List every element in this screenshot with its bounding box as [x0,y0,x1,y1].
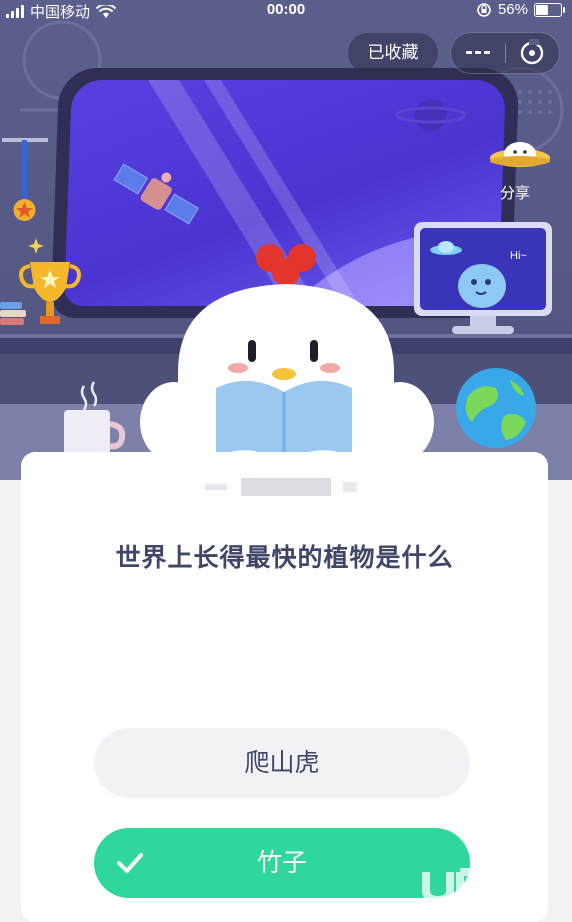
close-button[interactable] [506,33,560,73]
ellipsis-icon [466,51,490,54]
trophy-shelf [0,138,81,325]
answer-option-2-correct[interactable]: 竹子 [94,828,470,898]
monitor-greeting: Hi~ [510,250,527,262]
svg-text:.com: .com [486,880,530,901]
checkmark-icon [117,853,143,873]
monitor-base [452,326,514,334]
answer-option-1[interactable]: 爬山虎 [94,728,470,798]
chicken-mascot [140,244,434,480]
battery-percent: 56% [497,1,528,18]
target-close-icon [520,39,544,65]
ufo-share-icon[interactable] [485,128,555,184]
more-button[interactable] [451,33,505,73]
share-label[interactable]: 分享 [494,182,536,203]
miniprogram-capsule [450,32,560,74]
monitor-screen: Hi~ [420,228,546,310]
site-watermark-logo: .com [422,868,530,905]
blurred-caption [205,478,357,496]
ringed-planet-icon [395,99,467,131]
question-text: 世界上长得最快的植物是什么 [115,543,454,572]
battery-icon [534,2,565,17]
hero-scene: 中国移动 00:00 56% 已收藏 分享 Hi~ [0,0,572,480]
status-bar: 中国移动 00:00 56% [0,0,572,22]
answer-option-label: 竹子 [256,848,307,877]
satellite-icon [113,163,200,225]
alien-illustration [430,241,506,308]
answer-option-label: 爬山虎 [244,748,320,777]
globe-icon [456,368,536,448]
favorited-button[interactable]: 已收藏 [348,33,438,73]
orientation-lock-icon [477,2,491,17]
